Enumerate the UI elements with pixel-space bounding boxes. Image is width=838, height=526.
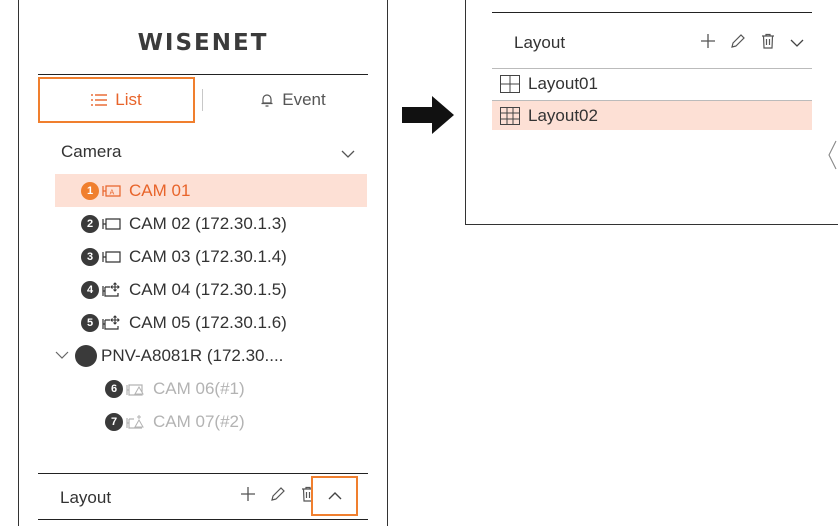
camera-disconnected-icon: [126, 381, 148, 397]
camera-label: CAM 05 (172.30.1.6): [129, 312, 287, 332]
right-panel: Layout Layout01 Layout02: [465, 0, 838, 225]
collapse-panel-icon[interactable]: [828, 140, 837, 175]
channel-badge: 6: [105, 379, 123, 398]
channel-badge: 7: [105, 412, 123, 431]
left-panel: WISENET List Event Camera 1 A CAM 01 2 C…: [18, 0, 388, 526]
arrow-right-icon: [402, 96, 454, 139]
layout-item-layout01[interactable]: Layout01: [492, 68, 812, 98]
device-status-dot: [75, 344, 97, 367]
edit-pencil-icon[interactable]: [270, 486, 286, 507]
camera-label: CAM 02 (172.30.1.3): [129, 213, 287, 233]
camera-icon: [102, 250, 124, 264]
camera-label: CAM 04 (172.30.1.5): [129, 279, 287, 299]
camera-row-cam05[interactable]: 5 CAM 05 (172.30.1.6): [55, 306, 367, 339]
camera-row-cam04[interactable]: 4 CAM 04 (172.30.1.5): [55, 273, 367, 306]
layout-item-layout02[interactable]: Layout02: [492, 100, 812, 130]
camera-row-cam02[interactable]: 2 CAM 02 (172.30.1.3): [55, 207, 367, 240]
device-label: PNV-A8081R (172.30....: [101, 345, 284, 365]
tab-divider: [202, 89, 203, 111]
chevron-down-icon[interactable]: [790, 35, 804, 53]
layout-section-header: Layout: [492, 12, 812, 66]
layout-label: Layout02: [528, 105, 598, 125]
camera-label: CAM 03 (172.30.1.4): [129, 246, 287, 266]
tab-list[interactable]: List: [38, 77, 195, 123]
layout-label: Layout01: [528, 73, 598, 93]
camera-section-title: Camera: [61, 142, 122, 161]
chevron-up-icon: [328, 487, 342, 505]
camera-label: CAM 07(#2): [153, 411, 245, 431]
edit-pencil-icon[interactable]: [730, 33, 746, 54]
camera-row-cam07[interactable]: 7 CAM 07(#2): [55, 405, 367, 438]
tab-event[interactable]: Event: [218, 77, 368, 123]
list-icon: [91, 93, 108, 107]
camera-section-header[interactable]: Camera: [55, 130, 367, 174]
channel-badge: 1: [81, 181, 99, 200]
chevron-down-icon[interactable]: [341, 144, 355, 164]
ptz-camera-icon: [102, 314, 124, 331]
layout-section-title: Layout: [60, 488, 112, 507]
view-tabs: List Event: [38, 74, 368, 125]
channel-badge: 4: [81, 280, 99, 299]
layout-section-title: Layout: [514, 33, 566, 52]
chevron-down-icon[interactable]: [55, 351, 75, 360]
add-icon[interactable]: [240, 486, 256, 507]
channel-badge: 3: [81, 247, 99, 266]
camera-label: CAM 01: [129, 180, 191, 200]
ptz-camera-icon: [102, 281, 124, 298]
camera-row-cam06[interactable]: 6 CAM 06(#1): [55, 372, 367, 405]
svg-text:A: A: [110, 188, 115, 196]
grid-3x3-icon: [500, 106, 520, 125]
wisenet-logo: WISENET: [137, 30, 269, 56]
camera-icon: [102, 217, 124, 231]
channel-badge: 5: [81, 313, 99, 332]
camera-row-cam03[interactable]: 3 CAM 03 (172.30.1.4): [55, 240, 367, 273]
camera-label: CAM 06(#1): [153, 378, 245, 398]
layout-section-header: Layout: [38, 473, 368, 520]
bell-icon: [260, 93, 274, 108]
expand-layout-button[interactable]: [311, 476, 358, 516]
channel-badge: 2: [81, 214, 99, 233]
ptz-camera-disconnected-icon: [126, 414, 148, 430]
camera-row-cam01[interactable]: 1 A CAM 01: [55, 174, 367, 207]
tab-list-label: List: [115, 90, 142, 109]
delete-trash-icon[interactable]: [760, 33, 776, 54]
grid-2x2-icon: [500, 74, 520, 93]
add-icon[interactable]: [700, 33, 716, 54]
tab-event-label: Event: [282, 90, 326, 109]
camera-row-nvr[interactable]: PNV-A8081R (172.30....: [55, 339, 367, 372]
camera-icon: A: [102, 184, 124, 198]
